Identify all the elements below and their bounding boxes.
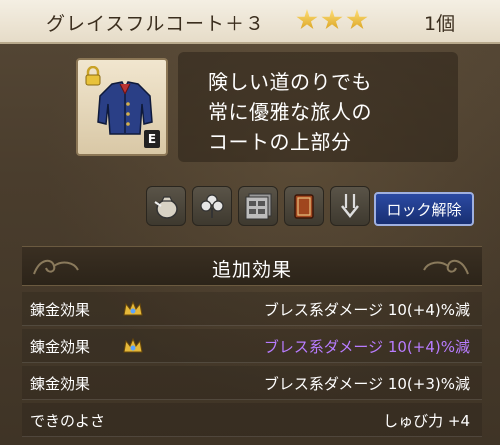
effect-value: ブレス系ダメージ 10(+4)%減 — [263, 301, 470, 319]
item-detail-panel: グレイスフルコート＋３ 1個 E 険しい道のりでも 常に優雅な旅人の コートの上… — [0, 0, 500, 445]
crown-icon — [123, 300, 143, 316]
item-header: グレイスフルコート＋３ 1個 — [0, 0, 500, 44]
star-icon — [321, 9, 343, 30]
crown-icon — [123, 337, 143, 353]
ornament-icon — [33, 259, 79, 275]
section-title: 追加効果 — [211, 259, 292, 281]
description-line: 険しい道のりでも — [208, 70, 372, 94]
item-description: 険しい道のりでも 常に優雅な旅人の コートの上部分 — [178, 52, 458, 162]
sword-down-icon — [341, 194, 359, 219]
quality-label: できのよさ — [30, 412, 106, 430]
item-count: 1個 — [424, 13, 456, 35]
ornament-icon — [423, 259, 469, 275]
book-icon — [294, 194, 314, 219]
effect-value: ブレス系ダメージ 10(+3)%減 — [263, 375, 470, 393]
sword-button[interactable] — [330, 186, 370, 226]
item-name: グレイスフルコート＋３ — [46, 13, 266, 35]
action-bar — [146, 186, 370, 226]
effect-row: 錬金効果 ブレス系ダメージ 10(+4)%減 — [22, 329, 482, 363]
equipped-badge: E — [144, 130, 160, 148]
coat-icon — [97, 81, 153, 135]
item-icon-frame[interactable]: E — [76, 58, 168, 156]
rarity-stars — [296, 9, 368, 31]
effect-label: 錬金効果 — [30, 375, 91, 393]
effect-label: 錬金効果 — [30, 338, 91, 356]
additional-effects-header: 追加効果 — [22, 246, 482, 286]
star-icon — [296, 9, 318, 30]
unlock-button[interactable]: ロック解除 — [374, 192, 474, 226]
quality-value: しゅび力 +4 — [383, 412, 470, 430]
description-line: コートの上部分 — [208, 130, 352, 154]
bag-button[interactable] — [146, 186, 186, 226]
star-icon — [346, 9, 368, 30]
effect-row: 錬金効果 ブレス系ダメージ 10(+3)%減 — [22, 366, 482, 400]
effect-value: ブレス系ダメージ 10(+4)%減 — [263, 338, 470, 356]
quality-row: できのよさ しゅび力 +4 — [22, 403, 482, 437]
clover-icon — [200, 194, 224, 218]
effect-label: 錬金効果 — [30, 301, 91, 319]
storage-button[interactable] — [238, 186, 278, 226]
effect-row: 錬金効果 ブレス系ダメージ 10(+4)%減 — [22, 292, 482, 326]
bag-icon — [154, 196, 178, 219]
storage-icon — [245, 193, 272, 220]
clover-button[interactable] — [192, 186, 232, 226]
book-button[interactable] — [284, 186, 324, 226]
description-line: 常に優雅な旅人の — [208, 100, 372, 124]
